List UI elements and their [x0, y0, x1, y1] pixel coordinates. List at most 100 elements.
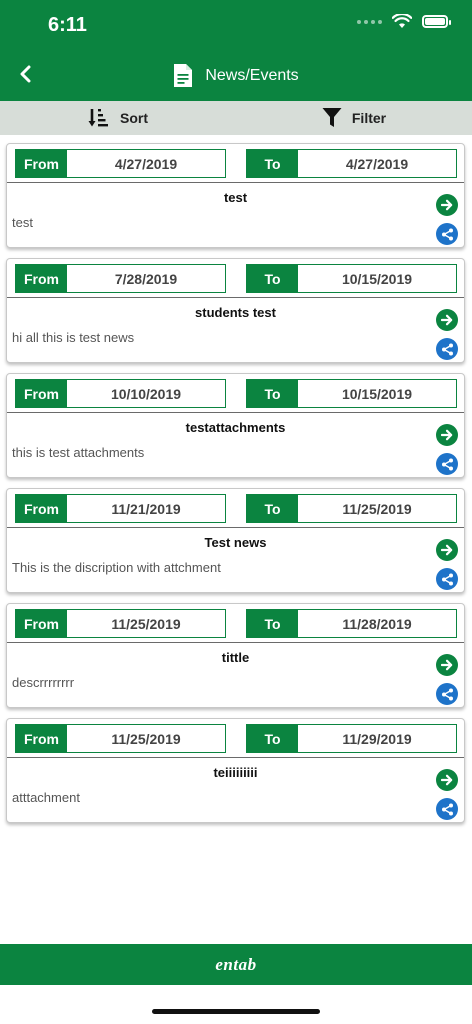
open-button[interactable]: [436, 194, 458, 216]
to-date-box: To 11/25/2019: [246, 494, 457, 523]
share-icon: [441, 573, 453, 585]
card-divider: [7, 527, 464, 528]
sort-icon: [88, 109, 108, 127]
sort-button[interactable]: Sort: [0, 101, 236, 135]
date-row: From 11/21/2019 To 11/25/2019: [15, 494, 457, 523]
news-card[interactable]: From 11/25/2019 To 11/29/2019 teiiiiiiii…: [6, 718, 465, 823]
share-icon: [441, 803, 453, 815]
to-date: 11/28/2019: [342, 615, 412, 632]
from-date-box: From 11/25/2019: [15, 609, 226, 638]
share-button[interactable]: [436, 223, 458, 245]
arrow-right-icon: [441, 199, 453, 211]
share-icon: [441, 343, 453, 355]
news-title: testattachments: [185, 420, 286, 435]
from-label: From: [16, 495, 67, 522]
from-date-box: From 4/27/2019: [15, 149, 226, 178]
signal-icon: [357, 19, 382, 24]
card-divider: [7, 297, 464, 298]
battery-icon: [422, 15, 451, 28]
news-card[interactable]: From 4/27/2019 To 4/27/2019 test test: [6, 143, 465, 248]
toolbar: Sort Filter: [0, 101, 472, 135]
date-row: From 4/27/2019 To 4/27/2019: [15, 149, 457, 178]
home-indicator[interactable]: [152, 1009, 320, 1014]
filter-icon: [322, 108, 342, 127]
footer: entab: [0, 944, 472, 985]
to-label: To: [247, 380, 298, 407]
open-button[interactable]: [436, 769, 458, 791]
from-date: 10/10/2019: [110, 385, 182, 402]
to-label: To: [247, 495, 298, 522]
open-button[interactable]: [436, 539, 458, 561]
card-divider: [7, 757, 464, 758]
arrow-right-icon: [441, 314, 453, 326]
arrow-right-icon: [441, 429, 453, 441]
to-date-box: To 10/15/2019: [246, 379, 457, 408]
to-date-box: To 11/29/2019: [246, 724, 457, 753]
open-button[interactable]: [436, 424, 458, 446]
to-label: To: [247, 150, 298, 177]
from-label: From: [16, 725, 67, 752]
to-date: 10/15/2019: [341, 385, 413, 402]
news-card[interactable]: From 10/10/2019 To 10/15/2019 testattach…: [6, 373, 465, 478]
from-date-box: From 11/25/2019: [15, 724, 226, 753]
filter-label: Filter: [351, 110, 387, 126]
arrow-right-icon: [441, 774, 453, 786]
news-card[interactable]: From 7/28/2019 To 10/15/2019 students te…: [6, 258, 465, 363]
open-button[interactable]: [436, 654, 458, 676]
date-row: From 7/28/2019 To 10/15/2019: [15, 264, 457, 293]
news-description: hi all this is test news: [12, 330, 135, 345]
from-date: 7/28/2019: [114, 270, 178, 287]
news-title: test: [223, 190, 248, 205]
card-divider: [7, 182, 464, 183]
news-list: From 4/27/2019 To 4/27/2019 test test Fr…: [6, 143, 467, 833]
share-button[interactable]: [436, 338, 458, 360]
document-icon: [174, 64, 193, 87]
from-date: 4/27/2019: [114, 155, 178, 172]
share-button[interactable]: [436, 798, 458, 820]
sort-label: Sort: [120, 110, 148, 126]
news-card[interactable]: From 11/21/2019 To 11/25/2019 Test news …: [6, 488, 465, 593]
from-date: 11/25/2019: [111, 730, 181, 747]
header-title-wrap: News/Events: [0, 63, 472, 88]
news-title: Test news: [204, 535, 267, 550]
news-title: teiiiiiiiii: [213, 765, 258, 780]
arrow-right-icon: [441, 544, 453, 556]
status-time: 6:11: [48, 14, 87, 36]
share-icon: [441, 458, 453, 470]
arrow-right-icon: [441, 659, 453, 671]
share-icon: [441, 688, 453, 700]
news-description: descrrrrrrrr: [12, 675, 75, 690]
from-date: 11/21/2019: [111, 500, 181, 517]
share-button[interactable]: [436, 453, 458, 475]
brand-logo: entab: [215, 954, 257, 974]
to-date: 4/27/2019: [345, 155, 409, 172]
news-title: tittle: [221, 650, 250, 665]
from-date-box: From 11/21/2019: [15, 494, 226, 523]
news-description: This is the discription with attchment: [12, 560, 221, 575]
to-date-box: To 10/15/2019: [246, 264, 457, 293]
news-description: test: [12, 215, 33, 230]
share-icon: [441, 228, 453, 240]
card-divider: [7, 412, 464, 413]
news-description: this is test attachments: [12, 445, 145, 460]
date-row: From 11/25/2019 To 11/29/2019: [15, 724, 457, 753]
date-row: From 11/25/2019 To 11/28/2019: [15, 609, 457, 638]
to-date: 11/29/2019: [342, 730, 412, 747]
card-divider: [7, 642, 464, 643]
news-card[interactable]: From 11/25/2019 To 11/28/2019 tittle des…: [6, 603, 465, 708]
from-label: From: [16, 610, 67, 637]
to-date-box: To 11/28/2019: [246, 609, 457, 638]
news-title: students test: [195, 305, 276, 320]
to-label: To: [247, 265, 298, 292]
wifi-icon: [392, 14, 412, 28]
to-label: To: [247, 725, 298, 752]
page-title: News/Events: [205, 66, 299, 84]
filter-button[interactable]: Filter: [236, 101, 472, 135]
to-date: 10/15/2019: [341, 270, 413, 287]
from-label: From: [16, 380, 67, 407]
from-label: From: [16, 150, 67, 177]
open-button[interactable]: [436, 309, 458, 331]
from-date-box: From 7/28/2019: [15, 264, 226, 293]
share-button[interactable]: [436, 683, 458, 705]
share-button[interactable]: [436, 568, 458, 590]
